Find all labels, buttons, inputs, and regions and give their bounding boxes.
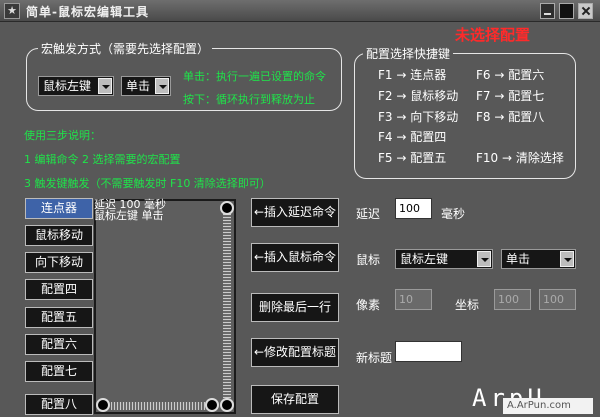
shortcut-item: F4 → 配置四 (378, 130, 447, 144)
scroll-handle-icon[interactable] (205, 398, 219, 412)
config-button-1[interactable]: 连点器 (25, 198, 93, 219)
minimize-button[interactable] (540, 3, 555, 19)
new-title-input[interactable] (395, 341, 462, 362)
config-button-4[interactable]: 配置四 (25, 279, 93, 300)
command-line-2: 鼠标左键 单击 (94, 209, 164, 222)
scroll-handle-icon[interactable] (220, 201, 234, 215)
shortcut-item: F1 → 连点器 (378, 68, 447, 82)
scroll-handle-icon[interactable] (96, 398, 110, 412)
chevron-down-icon (477, 251, 491, 267)
instructions-line1: 1 编辑命令 2 选择需要的宏配置 (24, 153, 181, 166)
trigger-help-click: 单击：执行一遍已设置的命令 (183, 70, 326, 83)
maximize-button[interactable] (559, 3, 574, 19)
shortcut-item: F10 → 清除选择 (476, 151, 564, 165)
shortcut-item: F3 → 向下移动 (378, 110, 459, 124)
delay-unit: 毫秒 (441, 207, 466, 221)
vertical-scrollbar[interactable] (223, 214, 231, 400)
mouse-button-select[interactable]: 鼠标左键 (395, 249, 493, 269)
trigger-button-select[interactable]: 鼠标左键 (38, 76, 114, 96)
chevron-down-icon (560, 251, 574, 267)
config-button-3[interactable]: 向下移动 (25, 252, 93, 273)
coord-y-input[interactable]: 100 (539, 289, 576, 310)
config-button-6[interactable]: 配置六 (25, 334, 93, 355)
shortcut-item: F2 → 鼠标移动 (378, 89, 459, 103)
coord-x-input[interactable]: 100 (494, 289, 531, 310)
rename-config-button[interactable]: ←修改配置标题 (251, 338, 339, 367)
delay-input[interactable]: 100 (395, 198, 432, 219)
new-title-label: 新标题 (356, 351, 393, 365)
selection-status: 未选择配置 (455, 26, 531, 44)
coord-label: 坐标 (455, 298, 480, 312)
insert-delay-button[interactable]: ←插入延迟命令 (251, 198, 339, 227)
shortcut-item: F6 → 配置六 (476, 68, 545, 82)
shortcut-item: F5 → 配置五 (378, 151, 447, 165)
window-title: 简单-鼠标宏编辑工具 (26, 5, 149, 19)
save-config-button[interactable]: 保存配置 (251, 385, 339, 414)
shortcut-group-title: 配置选择快捷键 (363, 45, 454, 62)
trigger-help-hold: 按下：循环执行到释放为止 (183, 93, 315, 106)
command-list[interactable] (94, 199, 236, 414)
shortcut-item: F8 → 配置八 (476, 110, 545, 124)
trigger-mode-select[interactable]: 单击 (121, 76, 171, 96)
instructions-title: 使用三步说明： (24, 129, 101, 142)
mouse-action-value: 单击 (506, 252, 531, 266)
chevron-down-icon (155, 78, 169, 94)
close-button[interactable] (578, 3, 593, 19)
app-icon: ★ (4, 3, 20, 19)
instructions-line2: 3 触发键触发（不需要触发时 F10 清除选择即可） (24, 177, 271, 190)
delay-label: 延迟 (356, 207, 381, 221)
trigger-group-title: 宏触发方式（需要先选择配置） (38, 40, 213, 57)
pixel-input[interactable]: 10 (395, 289, 432, 310)
pixel-label: 像素 (356, 298, 381, 312)
scroll-handle-icon[interactable] (220, 398, 234, 412)
config-button-7[interactable]: 配置七 (25, 361, 93, 382)
mouse-action-select[interactable]: 单击 (501, 249, 576, 269)
insert-mouse-button[interactable]: ←插入鼠标命令 (251, 243, 339, 272)
shortcut-item: F7 → 配置七 (476, 89, 545, 103)
trigger-button-value: 鼠标左键 (43, 79, 92, 93)
horizontal-scrollbar[interactable] (111, 402, 217, 410)
config-button-8[interactable]: 配置八 (25, 394, 93, 415)
chevron-down-icon (98, 78, 112, 94)
config-button-2[interactable]: 鼠标移动 (25, 225, 93, 246)
mouse-label: 鼠标 (356, 253, 381, 267)
delete-last-button[interactable]: 删除最后一行 (251, 293, 339, 322)
trigger-mode-value: 单击 (126, 79, 151, 93)
watermark-url: A.ArPun.com (503, 398, 593, 414)
config-button-5[interactable]: 配置五 (25, 307, 93, 328)
mouse-button-value: 鼠标左键 (400, 252, 449, 266)
